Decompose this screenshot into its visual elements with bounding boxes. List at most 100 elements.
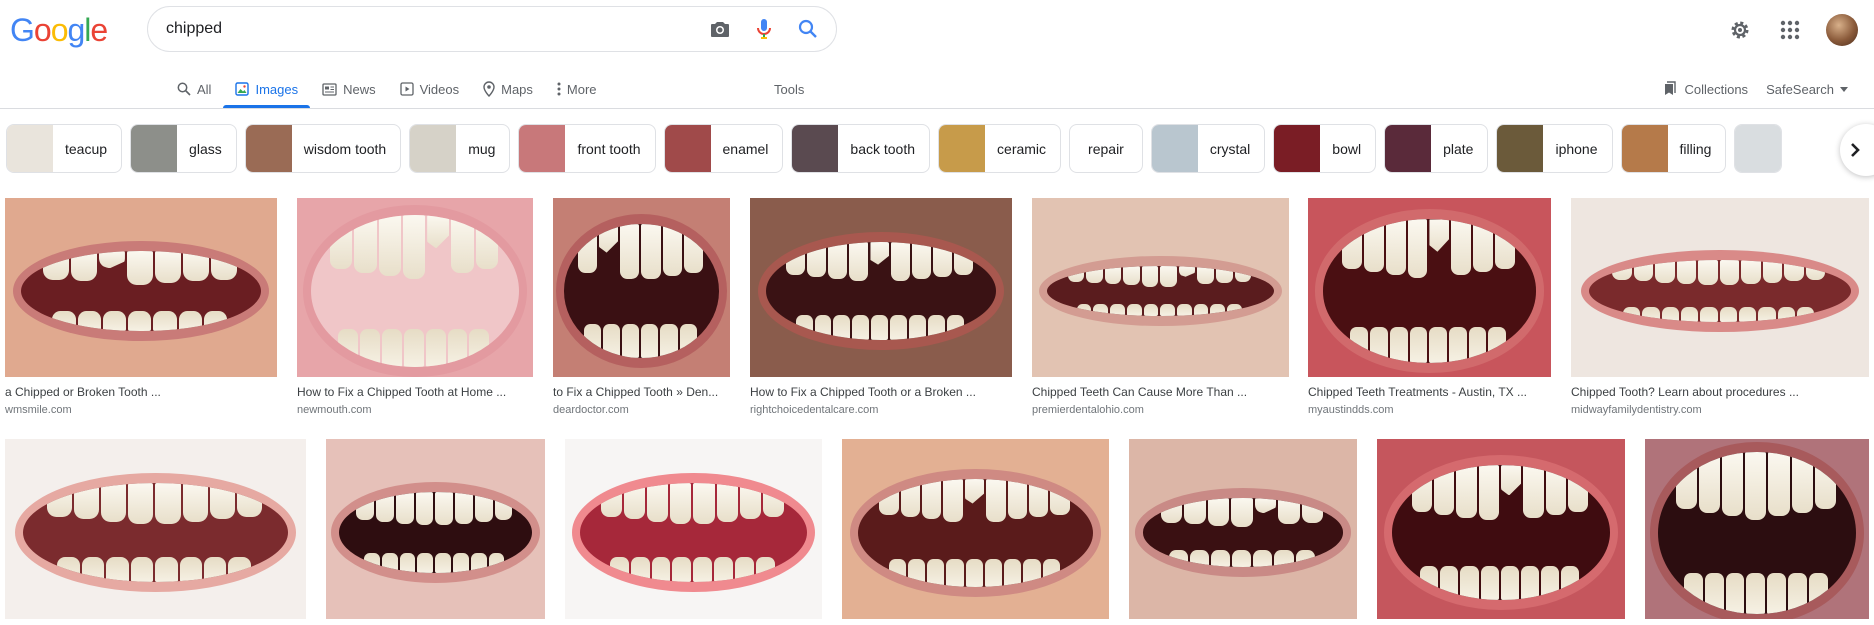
chip-crystal[interactable]: crystal xyxy=(1150,124,1266,173)
chip-more[interactable] xyxy=(1734,124,1783,173)
chip-mug[interactable]: mug xyxy=(409,124,511,173)
apps-grid-icon[interactable] xyxy=(1776,16,1804,44)
tab-label: News xyxy=(343,81,376,97)
result-title[interactable]: a Chipped or Broken Tooth ... xyxy=(5,385,277,399)
chevron-right-icon xyxy=(1851,143,1860,157)
chip-thumbnail xyxy=(410,125,457,172)
safesearch-button[interactable]: SafeSearch xyxy=(1766,82,1848,97)
image-result[interactable] xyxy=(565,439,822,619)
result-thumbnail[interactable] xyxy=(297,198,533,377)
image-result[interactable] xyxy=(326,439,545,619)
image-result[interactable]: Chipped Teeth Treatments - Austin, TX ..… xyxy=(1308,198,1551,416)
tab-label: More xyxy=(566,81,597,97)
result-thumbnail[interactable] xyxy=(1645,439,1869,619)
image-result[interactable]: Chipped Tooth? Learn about procedures ..… xyxy=(1571,198,1869,416)
tab-videos[interactable]: Videos xyxy=(388,70,472,108)
chip-label: teacup xyxy=(65,140,108,157)
chip-bowl[interactable]: bowl xyxy=(1273,124,1377,173)
chip-thumbnail xyxy=(519,125,566,172)
chip-back-tooth[interactable]: back tooth xyxy=(791,124,931,173)
result-thumbnail[interactable] xyxy=(1308,198,1551,377)
image-result[interactable] xyxy=(5,439,306,619)
result-thumbnail[interactable] xyxy=(842,439,1109,619)
tools-button[interactable]: Tools xyxy=(774,70,804,108)
chip-iphone[interactable]: iphone xyxy=(1496,124,1613,173)
result-thumbnail[interactable] xyxy=(1129,439,1357,619)
related-searches-chips: teacup glass wisdom tooth mug front tooth ena… xyxy=(6,124,1783,173)
chip-filling[interactable]: filling xyxy=(1620,124,1727,173)
result-thumbnail[interactable] xyxy=(1571,198,1869,377)
tab-label: Videos xyxy=(419,81,460,97)
google-logo[interactable]: Google xyxy=(10,12,108,49)
result-source[interactable]: myaustindds.com xyxy=(1308,404,1551,416)
result-title[interactable]: How to Fix a Chipped Tooth at Home ... xyxy=(297,385,533,399)
tab-more[interactable]: More xyxy=(545,70,609,108)
image-result[interactable] xyxy=(1645,439,1869,619)
result-title[interactable]: Chipped Tooth? Learn about procedures ..… xyxy=(1571,385,1869,399)
tab-label: All xyxy=(197,81,212,97)
result-source[interactable]: newmouth.com xyxy=(297,404,533,416)
result-thumbnail[interactable] xyxy=(1377,439,1625,619)
image-result[interactable] xyxy=(842,439,1109,619)
chip-thumbnail xyxy=(131,125,178,172)
tab-all[interactable]: All xyxy=(165,70,223,108)
result-source[interactable]: midwayfamilydentistry.com xyxy=(1571,404,1869,416)
search-tabs: All Images News Videos Maps More xyxy=(165,70,609,108)
result-title[interactable]: Chipped Teeth Can Cause More Than ... xyxy=(1032,385,1289,399)
chip-wisdom-tooth[interactable]: wisdom tooth xyxy=(244,124,402,173)
result-thumbnail[interactable] xyxy=(565,439,822,619)
search-icon[interactable] xyxy=(796,17,820,41)
settings-icon[interactable] xyxy=(1726,16,1754,44)
chip-repair[interactable]: repair xyxy=(1069,124,1143,173)
image-result[interactable] xyxy=(1377,439,1625,619)
result-thumbnail[interactable] xyxy=(5,198,277,377)
tab-label: Images xyxy=(255,81,299,97)
chip-thumbnail xyxy=(792,125,839,172)
image-result[interactable]: to Fix a Chipped Tooth » Den... deardocto… xyxy=(553,198,730,416)
image-result[interactable]: How to Fix a Chipped Tooth at Home ... ne… xyxy=(297,198,533,416)
image-result[interactable]: Chipped Teeth Can Cause More Than ... pre… xyxy=(1032,198,1289,416)
result-title[interactable]: Chipped Teeth Treatments - Austin, TX ..… xyxy=(1308,385,1551,399)
chip-label: repair xyxy=(1088,140,1124,157)
chip-enamel[interactable]: enamel xyxy=(663,124,784,173)
result-thumbnail[interactable] xyxy=(553,198,730,377)
chip-label: back tooth xyxy=(850,140,916,157)
search-box[interactable] xyxy=(147,6,837,52)
result-thumbnail[interactable] xyxy=(1032,198,1289,377)
chip-front-tooth[interactable]: front tooth xyxy=(518,124,656,173)
microphone-icon[interactable] xyxy=(752,17,776,41)
result-thumbnail[interactable] xyxy=(5,439,306,619)
map-pin-icon xyxy=(483,81,495,97)
image-result[interactable]: How to Fix a Chipped Tooth or a Broken .… xyxy=(750,198,1012,416)
chip-teacup[interactable]: teacup xyxy=(6,124,123,173)
chip-thumbnail xyxy=(1497,125,1544,172)
result-title[interactable]: How to Fix a Chipped Tooth or a Broken .… xyxy=(750,385,1012,399)
header-divider xyxy=(0,108,1874,109)
chip-glass[interactable]: glass xyxy=(130,124,237,173)
chips-next-button[interactable] xyxy=(1840,124,1874,176)
logo-letter: o xyxy=(50,12,69,48)
chip-ceramic[interactable]: ceramic xyxy=(938,124,1062,173)
tab-images[interactable]: Images xyxy=(223,70,310,108)
result-source[interactable]: wmsmile.com xyxy=(5,404,277,416)
result-thumbnail[interactable] xyxy=(750,198,1012,377)
chip-plate[interactable]: plate xyxy=(1384,124,1489,173)
result-source[interactable]: premierdentalohio.com xyxy=(1032,404,1289,416)
dropdown-arrow-icon xyxy=(1840,86,1848,92)
search-input[interactable] xyxy=(166,7,686,51)
tab-maps[interactable]: Maps xyxy=(471,70,545,108)
avatar[interactable] xyxy=(1826,14,1858,46)
logo-letter: e xyxy=(90,12,108,48)
tab-news[interactable]: News xyxy=(310,70,388,108)
chip-label: iphone xyxy=(1555,140,1598,157)
result-title[interactable]: to Fix a Chipped Tooth » Den... xyxy=(553,385,730,399)
collections-button[interactable]: Collections xyxy=(1662,81,1748,97)
result-thumbnail[interactable] xyxy=(326,439,545,619)
result-source[interactable]: rightchoicedentalcare.com xyxy=(750,404,1012,416)
chip-label: crystal xyxy=(1209,140,1251,157)
image-result[interactable]: a Chipped or Broken Tooth ... wmsmile.com xyxy=(5,198,277,416)
result-source[interactable]: deardoctor.com xyxy=(553,404,730,416)
camera-icon[interactable] xyxy=(708,17,732,41)
image-icon xyxy=(235,82,250,96)
image-result[interactable] xyxy=(1129,439,1357,619)
